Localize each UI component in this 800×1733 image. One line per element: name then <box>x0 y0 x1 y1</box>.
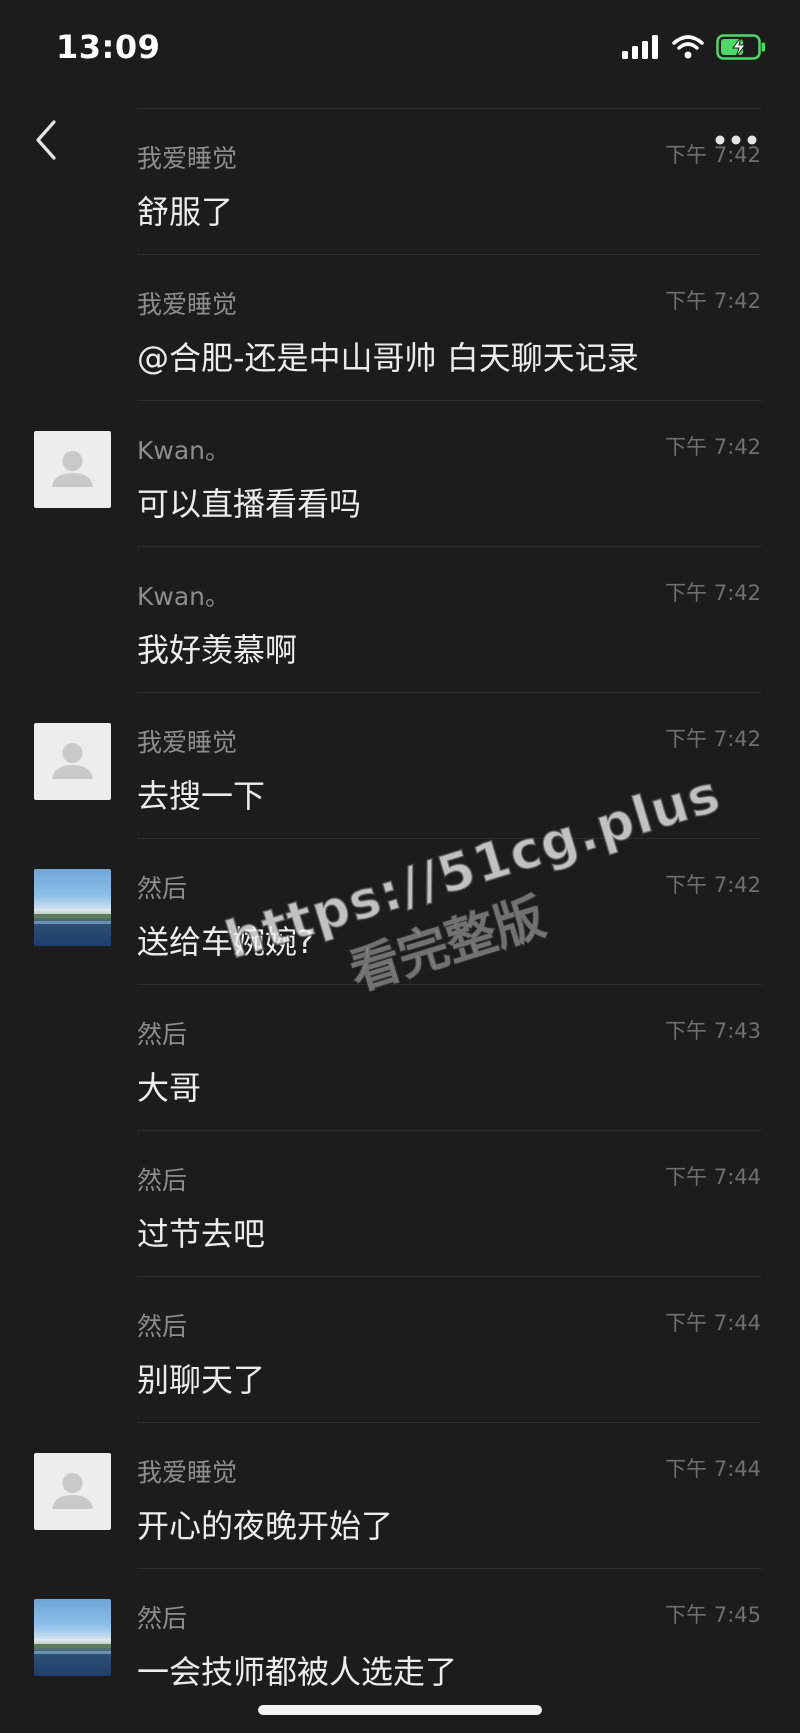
home-indicator[interactable] <box>258 1705 542 1715</box>
message-text: 大哥 <box>137 1069 202 1107</box>
message-time: 下午 7:42 <box>665 143 761 167</box>
message-row[interactable]: 我爱睡觉 下午 7:42 舒服了 <box>137 109 761 255</box>
avatar[interactable] <box>34 723 111 800</box>
message-time: 下午 7:42 <box>665 727 761 751</box>
default-avatar-icon <box>52 1473 93 1509</box>
message-text: 过节去吧 <box>137 1215 266 1253</box>
message-time: 下午 7:42 <box>665 435 761 459</box>
status-icons <box>622 34 766 64</box>
landscape-photo-icon <box>34 909 111 924</box>
message-text: 开心的夜晚开始了 <box>137 1507 394 1545</box>
message-row[interactable]: 然后 下午 7:44 过节去吧 <box>137 1131 761 1277</box>
message-sender[interactable]: 然后 <box>137 1015 187 1051</box>
message-sender[interactable]: Kwan。 <box>137 577 230 613</box>
battery-charging-icon <box>716 34 766 64</box>
message-sender[interactable]: 我爱睡觉 <box>137 285 237 321</box>
message-time: 下午 7:45 <box>665 1603 761 1627</box>
status-time: 13:09 <box>56 28 161 66</box>
avatar[interactable] <box>34 1453 111 1530</box>
message-sender[interactable]: 我爱睡觉 <box>137 723 237 759</box>
message-text: 我好羡慕啊 <box>137 631 298 669</box>
message-time: 下午 7:42 <box>665 289 761 313</box>
avatar-photo[interactable] <box>34 869 111 946</box>
message-time: 下午 7:44 <box>665 1457 761 1481</box>
message-text: 别聊天了 <box>137 1361 266 1399</box>
message-row[interactable]: 我爱睡觉 下午 7:42 去搜一下 <box>34 693 761 839</box>
message-sender[interactable]: 然后 <box>137 1161 187 1197</box>
message-row[interactable]: Kwan。 下午 7:42 可以直播看看吗 <box>34 401 761 547</box>
message-row[interactable]: 然后 下午 7:43 大哥 <box>137 985 761 1131</box>
message-sender[interactable]: Kwan。 <box>137 431 230 467</box>
message-row[interactable]: 我爱睡觉 下午 7:42 @合肥-还是中山哥帅 白天聊天记录 <box>137 255 761 401</box>
message-row[interactable]: 然后 下午 7:42 送给车婉婉? <box>34 839 761 985</box>
message-time: 下午 7:43 <box>665 1019 761 1043</box>
message-time: 下午 7:42 <box>665 581 761 605</box>
message-text: 去搜一下 <box>137 777 266 815</box>
message-time: 下午 7:44 <box>665 1165 761 1189</box>
message-sender[interactable]: 然后 <box>137 869 187 905</box>
message-text: 舒服了 <box>137 193 234 231</box>
default-avatar-icon <box>52 743 93 779</box>
message-sender[interactable]: 我爱睡觉 <box>137 139 237 175</box>
message-sender[interactable]: 然后 <box>137 1599 187 1635</box>
message-sender[interactable]: 然后 <box>137 1307 187 1343</box>
message-row[interactable]: 我爱睡觉 下午 7:44 开心的夜晚开始了 <box>34 1423 761 1569</box>
message-row[interactable]: Kwan。 下午 7:42 我好羡慕啊 <box>137 547 761 693</box>
landscape-photo-icon <box>34 1639 111 1654</box>
message-text: 一会技师都被人选走了 <box>137 1653 458 1691</box>
message-time: 下午 7:44 <box>665 1311 761 1335</box>
signal-bars-icon <box>622 35 660 63</box>
avatar[interactable] <box>34 431 111 508</box>
message-list[interactable]: 我爱睡觉 下午 7:42 舒服了 我爱睡觉 下午 7:42 @合肥-还是中山哥帅… <box>0 109 800 1714</box>
wifi-icon <box>672 35 704 63</box>
status-bar: 13:09 <box>0 0 800 100</box>
default-avatar-icon <box>52 451 93 487</box>
message-row[interactable]: 然后 下午 7:44 别聊天了 <box>137 1277 761 1423</box>
message-text: @合肥-还是中山哥帅 白天聊天记录 <box>137 339 639 377</box>
message-sender[interactable]: 我爱睡觉 <box>137 1453 237 1489</box>
avatar-photo[interactable] <box>34 1599 111 1676</box>
message-text: 送给车婉婉? <box>137 923 314 961</box>
message-row[interactable]: 然后 下午 7:45 一会技师都被人选走了 <box>34 1569 761 1714</box>
message-text: 可以直播看看吗 <box>137 485 362 523</box>
message-time: 下午 7:42 <box>665 873 761 897</box>
